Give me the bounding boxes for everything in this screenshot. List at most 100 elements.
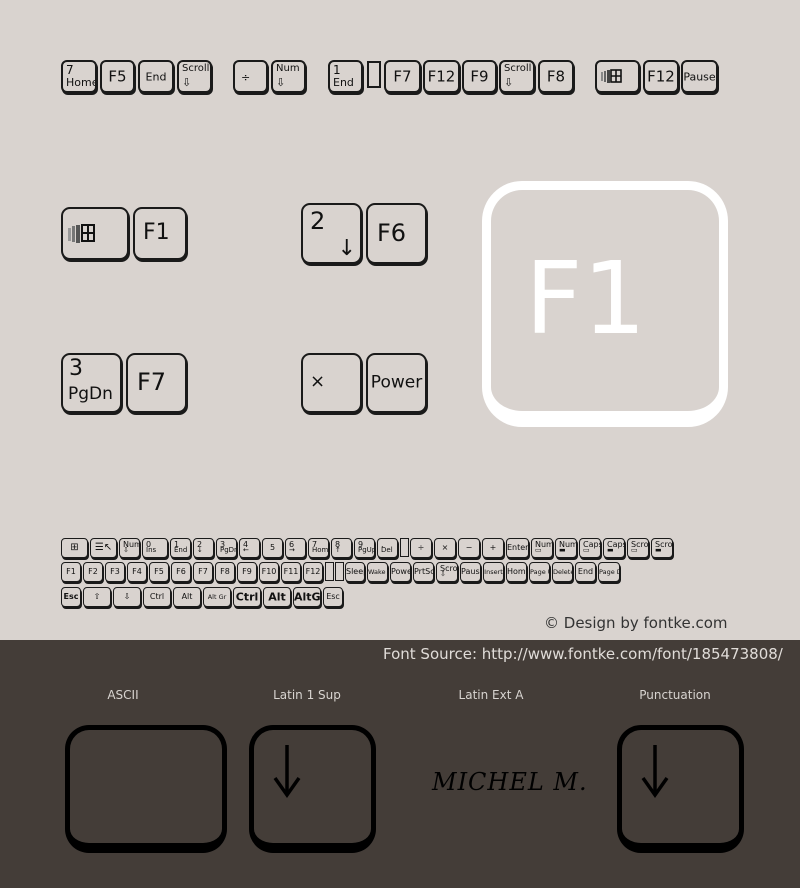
- key-1-end: 1 End: [328, 60, 363, 93]
- key-label: F8: [220, 567, 230, 576]
- punctuation-sample-key: [617, 725, 744, 853]
- charset-key: Num ⇩: [119, 538, 140, 558]
- charset-key: Power: [390, 562, 411, 582]
- key-label: ×: [441, 543, 449, 552]
- key-bottom-label: ▭: [583, 546, 590, 554]
- key-label: ×: [310, 371, 326, 392]
- charset-key: Alt: [173, 587, 201, 607]
- charset-key: 0 Ins: [142, 538, 168, 558]
- key-bottom-label: ⇩: [440, 570, 446, 578]
- key-label: 5: [269, 543, 276, 552]
- key-bottom-label: End: [333, 76, 354, 89]
- key-f12-2: F12: [643, 60, 679, 93]
- key-label: Enter: [507, 543, 529, 552]
- latin1sup-sample-key: [249, 725, 376, 853]
- charset-key: F5: [149, 562, 169, 582]
- charset-key: F3: [105, 562, 125, 582]
- charset-key: Esc: [323, 587, 343, 607]
- key-label: +: [489, 543, 497, 552]
- windows-logo-icon: ⊞: [70, 542, 79, 553]
- key-scroll: Scroll ⇩: [177, 60, 212, 93]
- key-bottom-label: ▬: [559, 546, 566, 554]
- charset-key: End: [575, 562, 596, 582]
- charset-key: Scroll⇩: [436, 562, 458, 582]
- charset-key: +: [482, 538, 504, 558]
- charset-key: Scroll▭: [627, 538, 649, 558]
- charset-key: 6 →: [285, 538, 306, 558]
- charset-key: F8: [215, 562, 235, 582]
- down-outline-arrow-icon: ⇩: [182, 76, 192, 89]
- category-label-latinexta: Latin Ext A: [458, 688, 524, 702]
- key-label: F7: [393, 67, 412, 85]
- key-label: F9: [470, 67, 489, 85]
- key-label: F11: [283, 567, 299, 576]
- key-label: ⇧: [93, 592, 101, 601]
- charset-key: Num ▭: [531, 538, 553, 558]
- charset-key: Page Up: [529, 562, 550, 582]
- key-bottom-label: ↑: [335, 546, 341, 554]
- charset-key: F1: [61, 562, 81, 582]
- charset-key: ÷: [410, 538, 432, 558]
- key-2-down-medium: 2 ↓: [301, 203, 362, 264]
- key-top-label: Scroll: [504, 63, 532, 74]
- key-bottom-label: PgUp: [358, 546, 375, 554]
- key-label: Delete: [553, 567, 573, 576]
- key-label: Pause: [461, 567, 480, 576]
- key-bottom-label: ▭: [535, 546, 542, 554]
- key-label: F3: [110, 567, 120, 576]
- key-bottom-label: ▬: [607, 546, 614, 554]
- key-divide: ÷: [233, 60, 268, 93]
- blank-bar-glyph: [325, 562, 334, 581]
- charset-key: ⇧: [83, 587, 111, 607]
- down-arrow-icon: [273, 745, 301, 799]
- down-arrow-icon: ↓: [337, 236, 356, 261]
- charset-key: 9 PgUp: [354, 538, 375, 558]
- key-label: F6: [176, 567, 186, 576]
- key-f1-medium: F1: [133, 207, 187, 260]
- key-top-label: Num: [276, 63, 300, 74]
- key-bottom-label: ▬: [655, 546, 662, 554]
- key-label: F12: [305, 567, 321, 576]
- charset-key: 8 ↑: [331, 538, 352, 558]
- charset-key: Sleep: [345, 562, 365, 582]
- down-outline-arrow-icon: ⇩: [504, 76, 514, 89]
- key-label: End: [577, 567, 594, 576]
- key-label: Home: [507, 567, 526, 576]
- category-label-latin1sup: Latin 1 Sup: [273, 688, 341, 702]
- charset-key: 5: [262, 538, 283, 558]
- key-label: End: [145, 70, 167, 83]
- charset-key: F6: [171, 562, 191, 582]
- key-label: F1: [66, 567, 76, 576]
- charset-key: 2 ↓: [193, 538, 214, 558]
- font-source-link[interactable]: Font Source: http://www.fontke.com/font/…: [383, 645, 783, 663]
- key-bottom-label: ↓: [197, 546, 203, 554]
- blank-bar-glyph: [335, 562, 344, 581]
- key-bottom-label: Del: [381, 546, 393, 554]
- key-windows: [595, 60, 640, 93]
- charset-key: Alt Gr: [203, 587, 231, 607]
- key-bottom-label: End: [174, 546, 188, 554]
- design-credit: © Design by fontke.com: [544, 614, 728, 632]
- windows-logo-icon: [68, 224, 95, 243]
- key-f8: F8: [538, 60, 574, 93]
- key-label: Power: [391, 567, 410, 576]
- charset-key: Pause: [460, 562, 481, 582]
- charset-key: 4 ←: [239, 538, 260, 558]
- big-key-label: F1: [525, 240, 647, 357]
- charset-key: ☰↖: [90, 538, 117, 558]
- key-label: F6: [377, 219, 407, 247]
- key-label: ⇩: [123, 592, 131, 601]
- down-outline-arrow-icon: ⇩: [276, 76, 286, 89]
- key-pause: Pause: [681, 60, 718, 93]
- key-label: F7: [137, 368, 167, 396]
- charset-key: Home: [506, 562, 527, 582]
- key-bottom-label: ←: [243, 546, 249, 554]
- key-label: F5: [154, 567, 164, 576]
- key-label: Page Up: [530, 567, 549, 576]
- charset-key: Scroll▬: [651, 538, 673, 558]
- key-label: Alt Gr: [207, 592, 227, 601]
- key-label: Page Down: [599, 567, 619, 576]
- key-bottom-label: Home: [312, 546, 329, 554]
- charset-key: Caps ▭: [579, 538, 601, 558]
- key-label: F4: [132, 567, 142, 576]
